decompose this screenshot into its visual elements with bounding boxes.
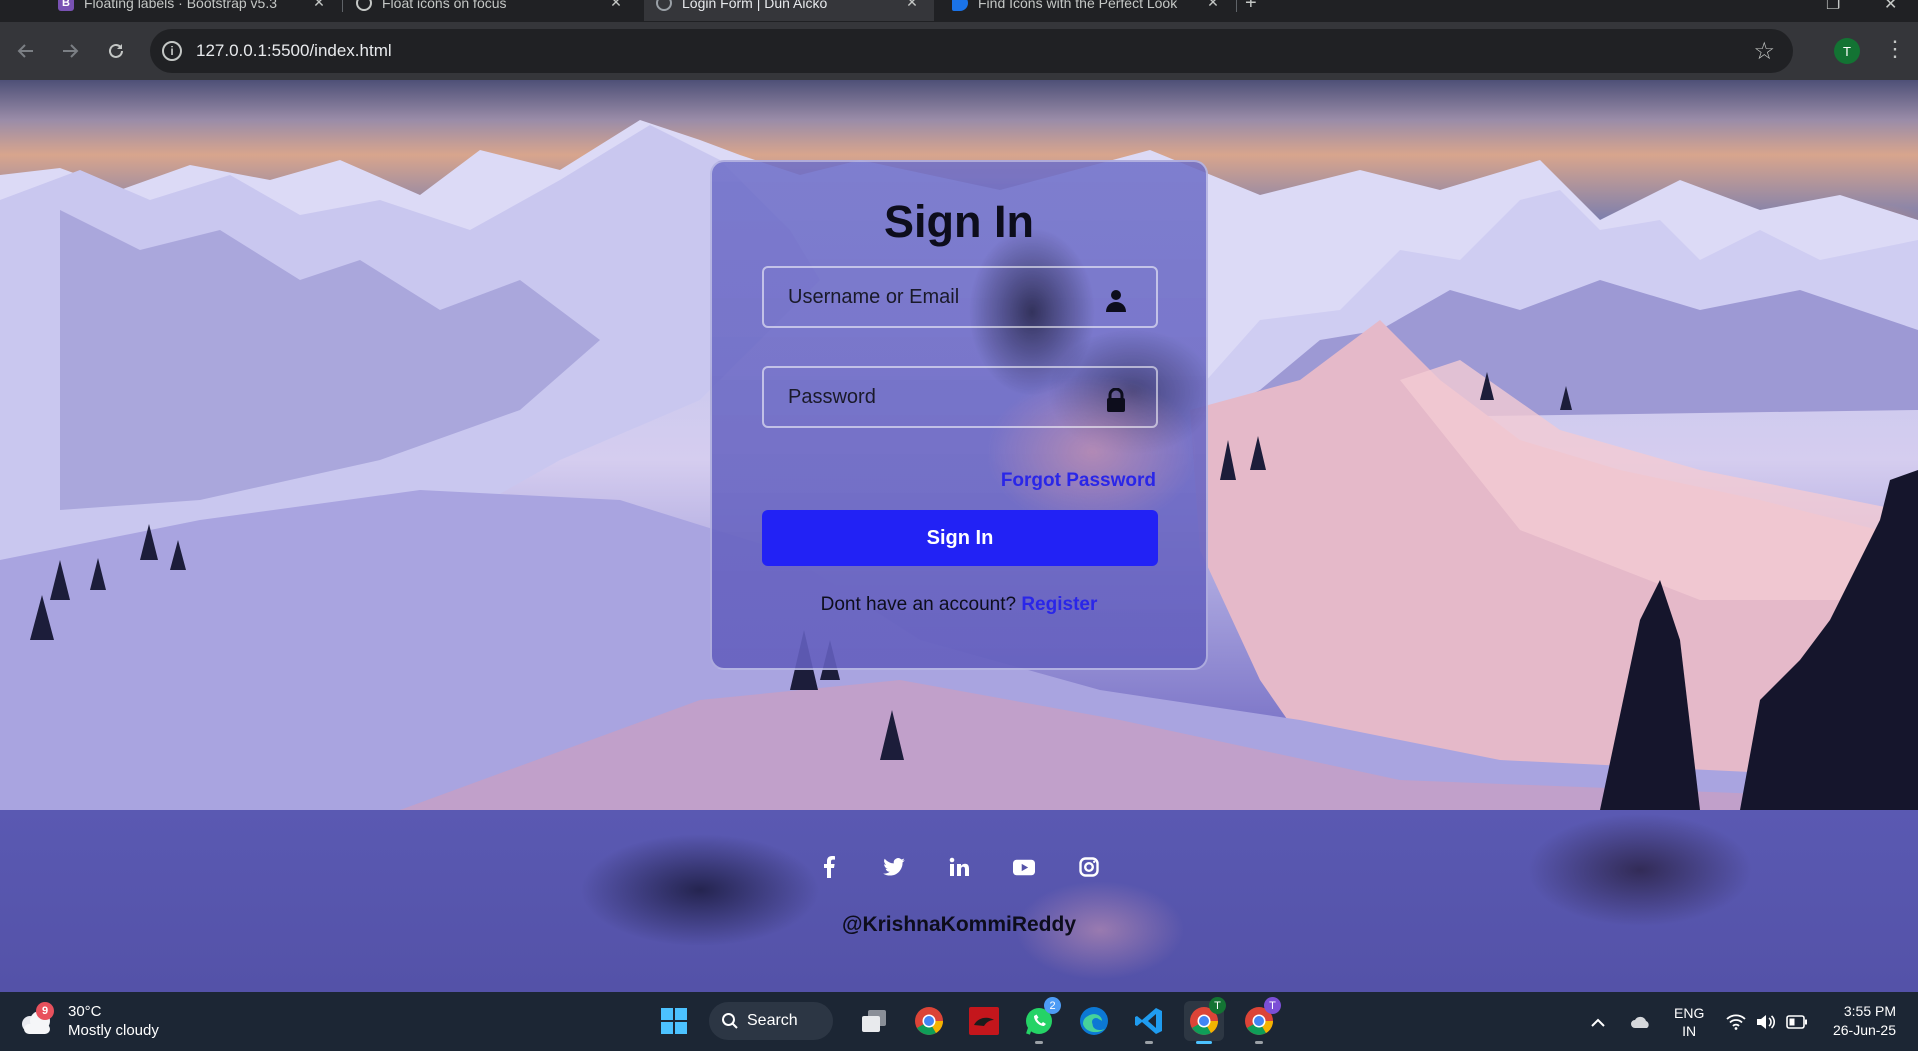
weather-temp: 30°C: [68, 1003, 102, 1020]
running-indicator: [1145, 1041, 1153, 1044]
lang-line-1: ENG: [1674, 1005, 1705, 1021]
search-label: Search: [747, 1012, 798, 1029]
vscode-icon[interactable]: [1129, 1001, 1169, 1044]
task-view-icon[interactable]: [854, 1001, 894, 1041]
tab-title: Login Form | Dun Aicko: [682, 0, 828, 11]
weather-badge: 9: [36, 1002, 54, 1020]
twitter-icon[interactable]: [883, 856, 905, 878]
menu-icon[interactable]: ⋮: [1884, 36, 1906, 62]
close-window-icon[interactable]: ✕: [1884, 0, 1897, 14]
register-prompt-text: Dont have an account?: [820, 594, 1017, 615]
login-title: Sign In: [884, 196, 1034, 247]
restore-icon[interactable]: ❐: [1826, 0, 1840, 14]
clock-time: 3:55 PM: [1843, 1003, 1896, 1019]
whatsapp-icon[interactable]: 2: [1019, 997, 1061, 1044]
taskbar-apps: Search 2 T T: [654, 997, 1281, 1044]
back-icon[interactable]: [10, 35, 42, 67]
language-indicator[interactable]: ENG IN: [1674, 1004, 1704, 1040]
battery-icon[interactable]: [1786, 992, 1808, 1051]
address-bar[interactable]: i 127.0.0.1:5500/index.html ☆: [150, 29, 1793, 73]
password-input[interactable]: [764, 368, 1156, 426]
tab-separator: [1236, 0, 1237, 12]
onedrive-icon[interactable]: [1630, 992, 1652, 1051]
taskbar-search[interactable]: Search: [709, 1002, 833, 1040]
chrome-profile-2-icon[interactable]: T: [1239, 997, 1281, 1044]
tab-float-icons[interactable]: Float icons on focus ✕: [344, 0, 638, 21]
weather-widget[interactable]: 9 30°C Mostly cloudy: [18, 1002, 159, 1040]
windows-taskbar: 9 30°C Mostly cloudy Search 2 T T ENG IN…: [0, 992, 1918, 1051]
tab-floating-labels[interactable]: B Floating labels · Bootstrap v5.3 ✕: [46, 0, 341, 21]
browser-toolbar: i 127.0.0.1:5500/index.html ☆ T ⋮: [0, 22, 1918, 80]
author-handle: @KrishnaKommiReddy: [841, 913, 1076, 936]
windows-start-icon[interactable]: [654, 1001, 694, 1041]
tab-find-icons[interactable]: Find Icons with the Perfect Look ✕: [940, 0, 1235, 21]
lang-line-2: IN: [1682, 1023, 1697, 1039]
tab-title: Floating labels · Bootstrap v5.3: [84, 0, 277, 11]
volume-icon[interactable]: [1756, 992, 1776, 1051]
whatsapp-badge: 2: [1044, 997, 1061, 1014]
profile-badge: T: [1264, 997, 1281, 1014]
lock-icon: [1107, 388, 1125, 412]
url-text[interactable]: 127.0.0.1:5500/index.html: [196, 41, 1753, 61]
wifi-icon[interactable]: [1726, 992, 1746, 1051]
tab-title: Float icons on focus: [382, 0, 507, 11]
profile-avatar[interactable]: T: [1834, 38, 1860, 64]
chrome-profile-icon[interactable]: T: [1184, 997, 1226, 1044]
social-links: [0, 856, 1918, 878]
register-prompt: Dont have an account? Register: [712, 594, 1206, 616]
weather-desc: Mostly cloudy: [68, 1022, 159, 1039]
active-indicator: [1196, 1041, 1212, 1044]
site-info-icon[interactable]: i: [162, 41, 182, 61]
username-input[interactable]: [764, 268, 1156, 326]
running-indicator: [1035, 1041, 1043, 1044]
web-page: Sign In Forgot Password Sign In Dont hav…: [0, 80, 1918, 992]
close-icon[interactable]: ✕: [1205, 0, 1221, 11]
reload-icon[interactable]: [100, 35, 132, 67]
footer: [0, 810, 1918, 992]
forward-icon[interactable]: [54, 35, 86, 67]
close-icon[interactable]: ✕: [608, 0, 624, 11]
facebook-icon[interactable]: [818, 856, 840, 878]
tab-separator: [342, 0, 343, 12]
chrome-icon[interactable]: [909, 1001, 949, 1041]
username-field[interactable]: [762, 266, 1158, 328]
globe-icon: [656, 0, 672, 11]
tab-strip: B Floating labels · Bootstrap v5.3 ✕ Flo…: [0, 0, 1918, 22]
running-indicator: [1255, 1041, 1263, 1044]
tray-chevron-icon[interactable]: [1590, 992, 1606, 1051]
clock[interactable]: 3:55 PM 26-Jun-25: [1833, 1002, 1896, 1040]
tab-login-form[interactable]: Login Form | Dun Aicko ✕: [644, 0, 934, 21]
linkedin-icon[interactable]: [948, 856, 970, 878]
new-tab-icon[interactable]: +: [1245, 0, 1257, 15]
codepen-icon: [356, 0, 372, 11]
instagram-icon[interactable]: [1078, 856, 1100, 878]
sign-in-button[interactable]: Sign In: [762, 510, 1158, 566]
close-icon[interactable]: ✕: [311, 0, 327, 11]
bookmark-star-icon[interactable]: ☆: [1753, 37, 1775, 66]
user-icon: [1106, 290, 1126, 312]
clock-date: 26-Jun-25: [1832, 1022, 1896, 1038]
edge-icon[interactable]: [1074, 1001, 1114, 1041]
bootstrap-icon: B: [58, 0, 74, 11]
weather-text: 30°C Mostly cloudy: [68, 1002, 159, 1040]
password-field[interactable]: [762, 366, 1158, 428]
register-link[interactable]: Register: [1021, 594, 1097, 615]
flag-icon: [952, 0, 968, 11]
profile-badge: T: [1209, 997, 1226, 1014]
login-card: Sign In Forgot Password Sign In Dont hav…: [710, 160, 1208, 670]
cloud-icon: 9: [18, 1002, 54, 1036]
forgot-password-link[interactable]: Forgot Password: [1001, 470, 1156, 492]
app-red-icon[interactable]: [964, 1001, 1004, 1041]
tab-title: Find Icons with the Perfect Look: [978, 0, 1178, 11]
search-icon: [722, 1013, 738, 1029]
close-icon[interactable]: ✕: [904, 0, 920, 11]
youtube-icon[interactable]: [1013, 856, 1035, 878]
